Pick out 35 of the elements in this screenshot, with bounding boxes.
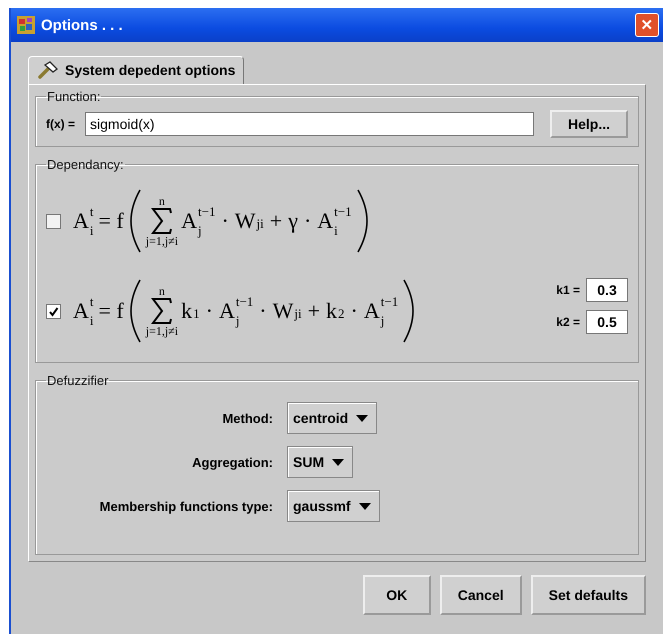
dropdown[interactable]: SUM	[287, 446, 354, 478]
dialog-button[interactable]: OK	[362, 575, 431, 615]
window-title: Options . . .	[41, 16, 124, 34]
close-button[interactable]: ✕	[635, 13, 659, 37]
checkbox[interactable]	[46, 214, 61, 228]
summation-icon	[150, 208, 173, 234]
param-input[interactable]: 0.5	[586, 310, 628, 334]
dialog-button[interactable]: Cancel	[440, 575, 522, 615]
function-input[interactable]: sigmoid(x)	[85, 112, 534, 136]
checkbox[interactable]	[46, 304, 61, 318]
group-legend: Function:	[46, 89, 102, 104]
help-button[interactable]: Help...	[550, 110, 628, 138]
caret-icon	[356, 414, 368, 422]
param-input[interactable]: 0.3	[586, 278, 628, 302]
param-label: k2 =	[556, 315, 580, 329]
caret-icon	[358, 502, 371, 510]
left-bracket-icon	[130, 188, 142, 254]
field-label: f(x) =	[46, 117, 76, 131]
field-label: Aggregation:	[191, 454, 273, 470]
group-legend: Defuzzifier	[46, 373, 110, 388]
group-legend: Dependancy:	[46, 157, 125, 172]
field-label: Membership functions type:	[98, 498, 273, 514]
tab[interactable]: System depedent options	[28, 56, 244, 84]
param-label: k1 =	[556, 283, 580, 297]
dialog-button[interactable]: Set defaults	[530, 575, 646, 615]
hammer-icon	[37, 61, 59, 79]
caret-icon	[332, 458, 344, 466]
dropdown[interactable]: centroid	[287, 402, 378, 434]
field-label: Method:	[221, 410, 273, 426]
left-bracket-icon	[130, 278, 142, 344]
app-icon	[17, 16, 35, 34]
right-bracket-icon	[356, 188, 368, 254]
right-bracket-icon	[402, 278, 414, 344]
summation-icon	[150, 298, 173, 324]
dropdown[interactable]: gaussmf	[287, 490, 380, 522]
